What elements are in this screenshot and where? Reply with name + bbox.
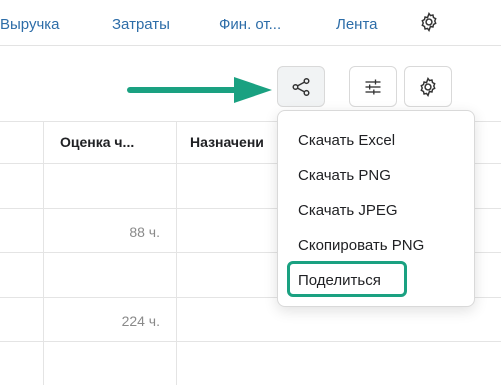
tab-feed[interactable]: Лента <box>336 16 378 33</box>
column-header-assignee[interactable]: Назначени <box>190 134 264 150</box>
tab-expenses[interactable]: Затраты <box>112 16 170 33</box>
menu-item-download-png[interactable]: Скачать PNG <box>298 167 391 184</box>
sliders-icon <box>365 79 381 94</box>
estimate-cell: 88 ч. <box>129 224 160 240</box>
share-icon <box>292 77 310 96</box>
share-button[interactable] <box>277 66 325 107</box>
row-divider <box>0 341 501 342</box>
tab-financial[interactable]: Фин. от... <box>219 16 281 33</box>
share-menu: Скачать Excel Скачать PNG Скачать JPEG С… <box>277 110 475 307</box>
menu-item-download-jpeg[interactable]: Скачать JPEG <box>298 202 398 219</box>
top-nav: Выручка Затраты Фин. от... Лента <box>0 0 501 46</box>
menu-item-share[interactable]: Поделиться <box>298 272 381 289</box>
tab-revenue[interactable]: Выручка <box>0 16 60 33</box>
column-divider <box>176 121 177 385</box>
column-header-estimate[interactable]: Оценка ч... <box>60 134 134 150</box>
menu-item-copy-png[interactable]: Скопировать PNG <box>298 237 424 254</box>
gear-icon <box>420 76 436 97</box>
estimate-cell: 224 ч. <box>121 313 160 329</box>
table-settings-button[interactable] <box>404 66 452 107</box>
column-divider <box>43 121 44 385</box>
gear-icon <box>421 12 437 32</box>
menu-item-download-excel[interactable]: Скачать Excel <box>298 132 395 149</box>
filter-settings-button[interactable] <box>349 66 397 107</box>
nav-settings-button[interactable] <box>418 11 440 33</box>
annotation-arrow <box>127 77 272 103</box>
